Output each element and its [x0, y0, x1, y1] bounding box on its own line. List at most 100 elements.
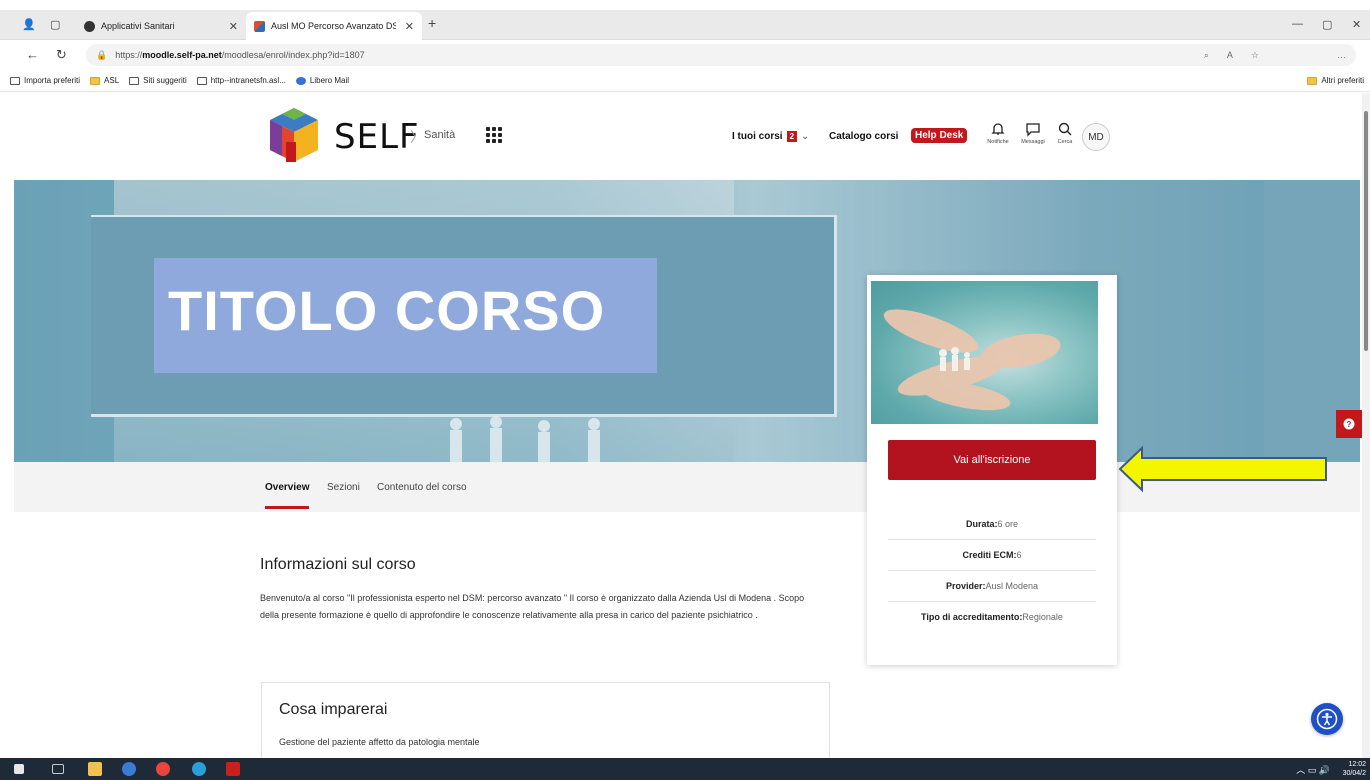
search-label: Cerca	[1057, 139, 1073, 145]
lock-icon: 🔒	[96, 49, 108, 60]
url-input[interactable]: 🔒 https://moodle.self-pa.net/moodlesa/en…	[86, 44, 1356, 66]
accessibility-icon	[1316, 708, 1338, 730]
self-logo-icon[interactable]	[266, 106, 322, 164]
edge-taskbar-icon[interactable]	[192, 762, 206, 776]
start-icon[interactable]	[14, 764, 24, 774]
outlook-icon[interactable]	[122, 762, 136, 776]
bookmark-import[interactable]: Importa preferiti	[10, 76, 80, 85]
detail-accreditation: Tipo di accreditamento:Regionale	[888, 602, 1096, 633]
help-desk-button[interactable]: Help Desk	[911, 128, 968, 143]
detail-label: Tipo di accreditamento:	[921, 612, 1023, 622]
page-scrollbar[interactable]	[1362, 93, 1370, 758]
notifications-label: Notifiche	[987, 139, 1009, 145]
active-tab-indicator	[265, 506, 309, 509]
libero-icon	[295, 76, 306, 85]
detail-label: Provider:	[945, 581, 986, 591]
refresh-icon[interactable]: ↻	[56, 47, 67, 63]
tab-title: Ausl MO Percorso Avanzato DSM	[271, 21, 396, 31]
detail-label: Durata:	[965, 519, 998, 529]
bookmark-siti[interactable]: Siti suggeriti	[129, 76, 187, 85]
course-hero: TITOLO CORSO	[14, 180, 1360, 462]
url-path: /moodlesa/enrol/index.php?id=1807	[221, 50, 365, 60]
detail-value: Ausl Modena	[985, 581, 1039, 591]
bookmark-label: http--intranetsfn.asl...	[210, 76, 286, 85]
close-tab-icon[interactable]: ✕	[405, 20, 414, 33]
info-description: Benvenuto/a al corso "Il professionista …	[260, 593, 805, 620]
url-prefix: https://	[115, 50, 143, 60]
browser-tab-ausl[interactable]: Ausl MO Percorso Avanzato DSM ✕	[246, 12, 422, 40]
url-host: moodle.self-pa.net	[142, 50, 222, 60]
chevron-down-icon: ⌄	[801, 131, 810, 142]
back-icon[interactable]: ←	[26, 47, 39, 62]
learn-card: Cosa imparerai Gestione del paziente aff…	[261, 682, 830, 762]
bookmark-label: Altri preferiti	[1321, 76, 1364, 85]
brand-subtitle: Sanità	[424, 129, 456, 141]
search-icon	[1058, 122, 1072, 136]
tab-sezioni[interactable]: Sezioni	[327, 482, 360, 493]
search-button[interactable]: Cerca	[1050, 121, 1080, 145]
enroll-button[interactable]: Vai all'iscrizione	[888, 440, 1096, 480]
browser-tab-applicativi[interactable]: Applicativi Sanitari ✕	[76, 12, 246, 40]
file-explorer-icon[interactable]	[88, 762, 102, 776]
taskbar-clock[interactable]: 12:02 30/04/2	[1343, 760, 1366, 778]
yellow-arrow-icon	[1118, 445, 1327, 493]
hands-image-illustration	[883, 309, 1061, 411]
tab-overview[interactable]: Overview	[265, 482, 309, 493]
folder-icon	[90, 76, 101, 85]
acrobat-icon[interactable]	[226, 762, 240, 776]
question-icon: ?	[1343, 418, 1355, 430]
profile-icon[interactable]: 👤	[22, 18, 36, 31]
nav-my-courses[interactable]: I tuoi corsi 2 ⌄	[732, 131, 809, 142]
bookmark-other[interactable]: Altri preferiti	[1307, 76, 1364, 85]
edge-icon	[84, 20, 95, 32]
detail-value: 6	[1016, 550, 1022, 560]
svg-text:?: ?	[1347, 420, 1352, 429]
bookmarks-bar: Importa preferiti ASL Siti suggeriti htt…	[0, 70, 1370, 92]
bookmark-asl[interactable]: ASL	[90, 76, 119, 85]
close-window-icon[interactable]: ✕	[1352, 18, 1361, 31]
detail-value: 6 ore	[997, 519, 1019, 529]
bookmark-label: Siti suggeriti	[143, 76, 187, 85]
messages-button[interactable]: Messaggi	[1018, 121, 1048, 145]
folder-icon	[1307, 76, 1318, 85]
detail-duration: Durata:6 ore	[888, 509, 1096, 540]
bookmark-label: Importa preferiti	[24, 76, 81, 85]
tab-contenuto[interactable]: Contenuto del corso	[377, 482, 467, 493]
course-image	[871, 281, 1098, 424]
more-menu-icon[interactable]: …	[1337, 50, 1346, 60]
help-float-button[interactable]: ?	[1336, 410, 1362, 438]
new-tab-button[interactable]: +	[428, 15, 436, 31]
course-title-box: TITOLO CORSO	[154, 258, 657, 373]
bookmark-libero[interactable]: Libero Mail	[295, 76, 349, 85]
notifications-button[interactable]: Notifiche	[983, 121, 1013, 145]
import-icon	[10, 76, 20, 85]
info-heading: Informazioni sul corso	[260, 556, 416, 573]
bookmark-intranet[interactable]: http--intranetsfn.asl...	[196, 76, 286, 85]
nav-catalog[interactable]: Catalogo corsi	[829, 131, 898, 142]
apps-grid-icon[interactable]	[486, 127, 502, 143]
course-title: TITOLO CORSO	[168, 279, 606, 342]
task-view-icon[interactable]	[52, 764, 64, 774]
browser-tab-bar: 👤 ▢ Applicativi Sanitari ✕ Ausl MO Perco…	[0, 10, 1370, 40]
address-bar: ← ↻ 🔒 https://moodle.self-pa.net/moodles…	[0, 40, 1370, 70]
scrollbar-thumb[interactable]	[1364, 111, 1368, 351]
messages-label: Messaggi	[1021, 139, 1045, 145]
maximize-icon[interactable]: ▢	[1322, 18, 1332, 31]
bell-icon	[991, 123, 1005, 135]
chrome-icon[interactable]	[156, 762, 170, 776]
page-icon	[196, 76, 207, 85]
courses-count-badge: 2	[786, 131, 798, 142]
close-tab-icon[interactable]: ✕	[229, 20, 238, 33]
detail-provider: Provider:Ausl Modena	[888, 571, 1096, 602]
clock-time: 12:02	[1348, 761, 1366, 768]
detail-value: Regionale	[1022, 612, 1063, 622]
system-tray-icons[interactable]: ︿ ▭ 🔊	[1296, 763, 1330, 776]
workspaces-icon[interactable]: ▢	[50, 18, 60, 31]
nav-my-courses-label: I tuoi corsi	[732, 131, 783, 142]
address-bar-actions-icon[interactable]: ⌕A☆	[1204, 50, 1277, 61]
learn-item: Gestione del paziente affetto da patolog…	[279, 737, 480, 747]
minimize-icon[interactable]: —	[1292, 18, 1303, 30]
windows-taskbar: ︿ ▭ 🔊 12:02 30/04/2	[0, 758, 1370, 780]
user-avatar[interactable]: MD	[1082, 123, 1110, 151]
accessibility-button[interactable]	[1311, 703, 1343, 735]
